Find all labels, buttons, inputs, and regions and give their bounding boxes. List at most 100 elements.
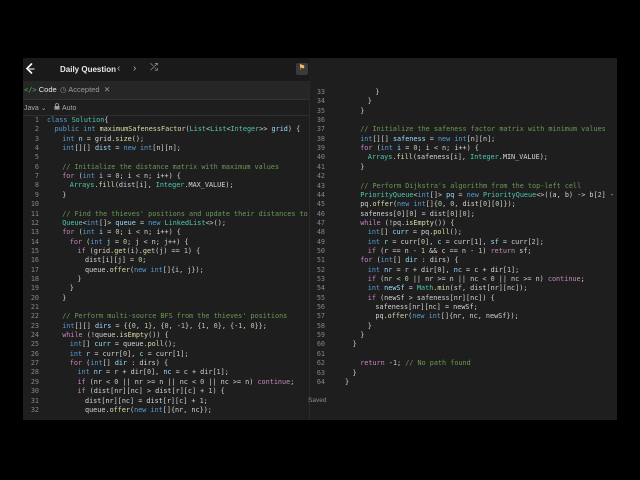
code-line[interactable]: 63}: [309, 369, 617, 378]
code-line[interactable]: 64}: [309, 378, 617, 387]
code-line[interactable]: 44 PriorityQueue<int[]> pq = new Priority…: [309, 191, 617, 200]
code-line[interactable]: 56 safeness[nr][nc] = newSf;: [309, 303, 617, 312]
code-line[interactable]: 15 if (grid.get(i).get(j) == 1) {: [23, 247, 309, 256]
code-text: PriorityQueue<int[]> pq = new PriorityQu…: [360, 191, 617, 200]
code-token: && c == n -: [425, 246, 479, 255]
code-token: ;: [290, 377, 295, 386]
code-token: for: [69, 359, 87, 368]
code-line[interactable]: 39 for (int i = 0; i < n; i++) {: [309, 144, 617, 153]
code-token: (safeness[i],: [412, 153, 471, 162]
code-line[interactable]: 40 Arrays.fill(safeness[i], Integer.MIN_V…: [309, 153, 617, 162]
code-line[interactable]: 29 if (nr < 0 || nr >= n || nc < 0 || nc …: [23, 378, 309, 387]
code-line[interactable]: 25 int[] curr = queue.poll();: [23, 340, 309, 349]
code-line[interactable]: 16 dist[i][j] = 0;: [23, 256, 309, 265]
code-line[interactable]: 18}: [23, 275, 309, 284]
code-line[interactable]: 51 for (int[] dir : dirs) {: [309, 256, 617, 265]
line-number: 42: [316, 172, 325, 181]
code-line[interactable]: 32 queue.offer(new int[]{nr, nc});: [23, 406, 309, 415]
code-line[interactable]: 49 int r = curr[0], c = curr[1], sf = cur…: [309, 238, 617, 247]
code-line[interactable]: 60}: [309, 340, 617, 349]
code-line[interactable]: 9}: [23, 191, 309, 200]
code-line[interactable]: 57 pq.offer(new int[]{nr, nc, newSf});: [309, 312, 617, 321]
code-line[interactable]: 47 while (!pq.isEmpty()) {: [309, 219, 617, 228]
code-line[interactable]: 30 if (dist[nr][nc] > dist[r][c] + 1) {: [23, 387, 309, 396]
code-line[interactable]: 43 // Perform Dijkstra's algorithm from t…: [309, 182, 617, 191]
code-line[interactable]: 54 int newSf = Math.min(sf, dist[nr][nc])…: [309, 284, 617, 293]
tab-accepted[interactable]: ◷ Accepted: [60, 85, 100, 95]
code-line[interactable]: 38 int[][] safeness = new int[n][n];: [309, 135, 617, 144]
code-line[interactable]: 4 int[][] dist = new int[n][n];: [23, 144, 309, 153]
code-line[interactable]: 12 Queue<int[]> queue = new LinkedList<>(…: [23, 219, 309, 228]
close-icon[interactable]: ✕: [104, 85, 110, 95]
code-line[interactable]: 31 dist[nr][nc] = dist[r][c] + 1;: [23, 397, 309, 406]
code-token: }: [69, 284, 74, 293]
line-number: 43: [316, 181, 325, 190]
chevron-left-icon[interactable]: ‹: [117, 64, 120, 74]
auto-mode-label[interactable]: Auto: [62, 104, 76, 113]
debug-icon[interactable]: ⚑: [296, 63, 308, 75]
chevron-right-icon[interactable]: ›: [133, 64, 136, 74]
code-line[interactable]: 36: [309, 116, 617, 125]
code-token: = r + dir[: [392, 265, 438, 274]
code-token: = curr[: [388, 237, 422, 246]
code-line[interactable]: 41}: [309, 163, 617, 172]
leetcode-logo-icon[interactable]: [24, 63, 36, 75]
code-line[interactable]: 3 int n = grid.size();: [23, 135, 309, 144]
line-number: 8: [34, 181, 39, 190]
code-line[interactable]: 13 for (int i = 0; i < n; i++) {: [23, 228, 309, 237]
line-number: 49: [316, 237, 325, 246]
code-line[interactable]: 11 // Find the thieves' positions and upd…: [23, 210, 309, 219]
daily-question-title[interactable]: Daily Question: [60, 65, 116, 75]
code-line[interactable]: 45 pq.offer(new int[]{0, 0, dist[0][0]});: [309, 200, 617, 209]
code-token: Queue: [62, 218, 83, 227]
code-text: if (dist[nr][nc] > dist[r][c] + 1) {: [77, 387, 224, 396]
code-line[interactable]: 33}: [309, 88, 617, 97]
code-line[interactable]: 27 for (int[] dir : dirs) {: [23, 359, 309, 368]
code-line[interactable]: 53 if (nr < 0 || nr >= n || nc < 0 || nc …: [309, 275, 617, 284]
code-token: for: [62, 228, 79, 237]
code-line[interactable]: 10: [23, 200, 309, 209]
code-line[interactable]: 46 safeness[0][0] = dist[0][0];: [309, 210, 617, 219]
code-line[interactable]: 62 return -1; // No path found: [309, 359, 617, 368]
code-line[interactable]: 61: [309, 350, 617, 359]
code-token: ];: [180, 349, 189, 358]
code-line[interactable]: 26 int r = curr[0], c = curr[1];: [23, 350, 309, 359]
code-line[interactable]: 48 int[] curr = pq.poll();: [309, 228, 617, 237]
code-line[interactable]: 22 // Perform multi-source BFS from the t…: [23, 312, 309, 321]
code-line[interactable]: 24 while (!queue.isEmpty()) {: [23, 331, 309, 340]
code-line[interactable]: 8 Arrays.fill(dist[i], Integer.MAX_VALUE)…: [23, 181, 309, 190]
code-token: ],: [425, 237, 438, 246]
code-line[interactable]: 28 int nr = r + dir[0], nc = c + dir[1];: [23, 368, 309, 377]
code-token: || nr >= n || nc <: [118, 377, 201, 386]
code-line[interactable]: 20}: [23, 294, 309, 303]
tab-code[interactable]: </> Code: [24, 85, 57, 95]
code-text: }: [368, 322, 372, 331]
code-line[interactable]: 6 // Initialize the distance matrix with …: [23, 163, 309, 172]
code-line[interactable]: 23 int[][] dirs = {{0, 1}, {0, -1}, {1, 0…: [23, 322, 309, 331]
code-line[interactable]: 59}: [309, 331, 617, 340]
language-select[interactable]: Java ⌄: [24, 104, 47, 113]
code-token: dirs: [94, 321, 112, 330]
code-editor-left[interactable]: 1 class Solution{2 public int maximumSafen…: [23, 116, 309, 420]
code-line[interactable]: 55 if (newSf > safeness[nr][nc]) {: [309, 294, 617, 303]
code-line[interactable]: 19}: [23, 284, 309, 293]
code-line[interactable]: 5: [23, 153, 309, 162]
code-line[interactable]: 7 for (int i = 0; i < n; i++) {: [23, 172, 309, 181]
code-line[interactable]: 1 class Solution{: [23, 116, 309, 125]
code-line[interactable]: 34}: [309, 97, 617, 106]
code-line[interactable]: 42: [309, 172, 617, 181]
code-line[interactable]: 14 for (int j = 0; j < n; j++) {: [23, 238, 309, 247]
code-line[interactable]: 50 if (r == n - 1 && c == n - 1) return s…: [309, 247, 617, 256]
code-text: }: [368, 97, 372, 106]
code-line[interactable]: 17 queue.offer(new int[]{i, j});: [23, 266, 309, 275]
code-token: new int: [397, 200, 426, 209]
code-editor-right[interactable]: 33} 34} 35} 36 37// Initialize the safeness …: [309, 88, 617, 420]
shuffle-icon[interactable]: ⤮: [150, 63, 158, 73]
code-line[interactable]: 2 public int maximumSafenessFactor(List<L…: [23, 125, 309, 134]
code-line[interactable]: 58}: [309, 322, 617, 331]
editor-toolbar: Java ⌄ Auto: [23, 100, 309, 116]
code-line[interactable]: 21: [23, 303, 309, 312]
code-line[interactable]: 52 int nr = r + dir[0], nc = c + dir[1];: [309, 266, 617, 275]
code-line[interactable]: 35}: [309, 107, 617, 116]
code-line[interactable]: 37 // Initialize the safeness factor matr…: [309, 125, 617, 134]
